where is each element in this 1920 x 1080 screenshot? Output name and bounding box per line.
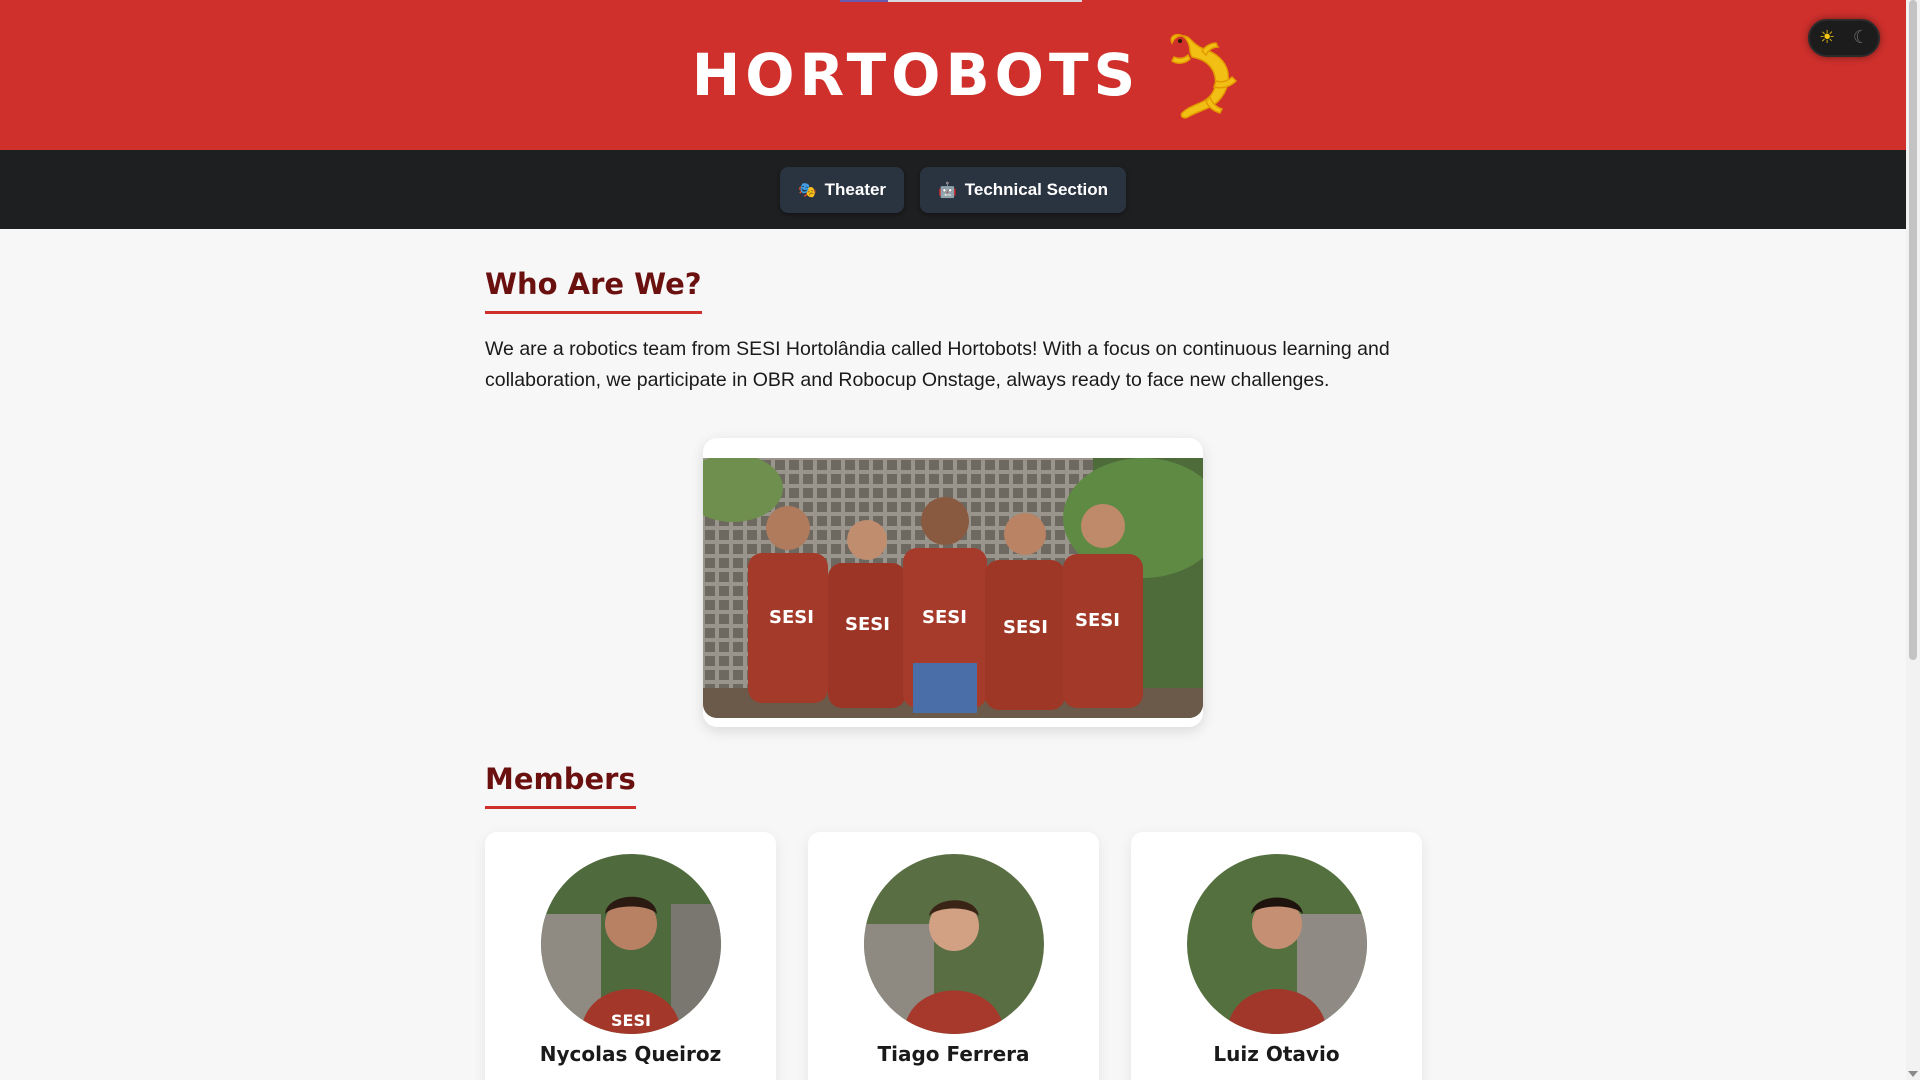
member-avatar xyxy=(1186,854,1367,1034)
member-card[interactable]: Luiz Otavio xyxy=(1131,832,1422,1080)
nav-button-technical-section[interactable]: 🤖 Technical Section xyxy=(920,166,1127,213)
member-name: Nycolas Queiroz xyxy=(539,1042,722,1066)
members-list: SESI Nycolas Queiroz Tiago Ferrera Luiz … xyxy=(485,832,1422,1080)
loading-bar xyxy=(840,0,1082,2)
svg-text:SESI: SESI xyxy=(611,1011,651,1030)
about-heading: Who Are We? xyxy=(485,267,702,314)
site-title: HORTOBOTS xyxy=(691,41,1141,109)
nav-button-theater[interactable]: 🎭 Theater xyxy=(779,166,905,213)
member-name: Tiago Ferrera xyxy=(877,1042,1030,1066)
sun-icon: ☀ xyxy=(1819,27,1836,48)
member-avatar xyxy=(863,854,1044,1034)
svg-text:SESI: SESI xyxy=(769,607,814,628)
svg-text:SESI: SESI xyxy=(1075,610,1120,631)
member-avatar: SESI xyxy=(540,854,721,1034)
theater-masks-icon: 🎭 xyxy=(797,181,817,199)
svg-text:SESI: SESI xyxy=(845,614,890,635)
scrollbar[interactable] xyxy=(1906,0,1920,1080)
svg-text:SESI: SESI xyxy=(1003,617,1048,638)
member-card[interactable]: SESI Nycolas Queiroz xyxy=(485,832,776,1080)
scroll-down-arrow-icon[interactable] xyxy=(1908,1071,1918,1077)
navbar: 🎭 Theater 🤖 Technical Section xyxy=(0,150,1906,229)
brand[interactable]: HORTOBOTS xyxy=(692,29,1255,121)
theme-toggle[interactable]: ☀ ☾ xyxy=(1808,19,1880,57)
salamander-logo-icon xyxy=(1170,33,1238,119)
main-content: Who Are We? We are a robotics team from … xyxy=(485,229,1422,1080)
scrollbar-thumb[interactable] xyxy=(1909,0,1917,660)
site-header: HORTOBOTS ☀ ☾ xyxy=(0,0,1906,150)
member-name: Luiz Otavio xyxy=(1213,1042,1340,1066)
nav-button-label: Theater xyxy=(824,179,887,199)
nav-button-label: Technical Section xyxy=(964,179,1109,199)
about-text: We are a robotics team from SESI Hortolâ… xyxy=(485,338,1390,391)
team-photo-card: SESI SESI SESI SESI SESI xyxy=(703,438,1203,727)
moon-icon: ☾ xyxy=(1852,27,1869,48)
members-heading: Members xyxy=(485,762,636,809)
team-photo: SESI SESI SESI SESI SESI xyxy=(703,458,1203,718)
svg-text:SESI: SESI xyxy=(922,607,967,628)
member-card[interactable]: Tiago Ferrera xyxy=(808,832,1099,1080)
robot-icon: 🤖 xyxy=(938,181,957,199)
